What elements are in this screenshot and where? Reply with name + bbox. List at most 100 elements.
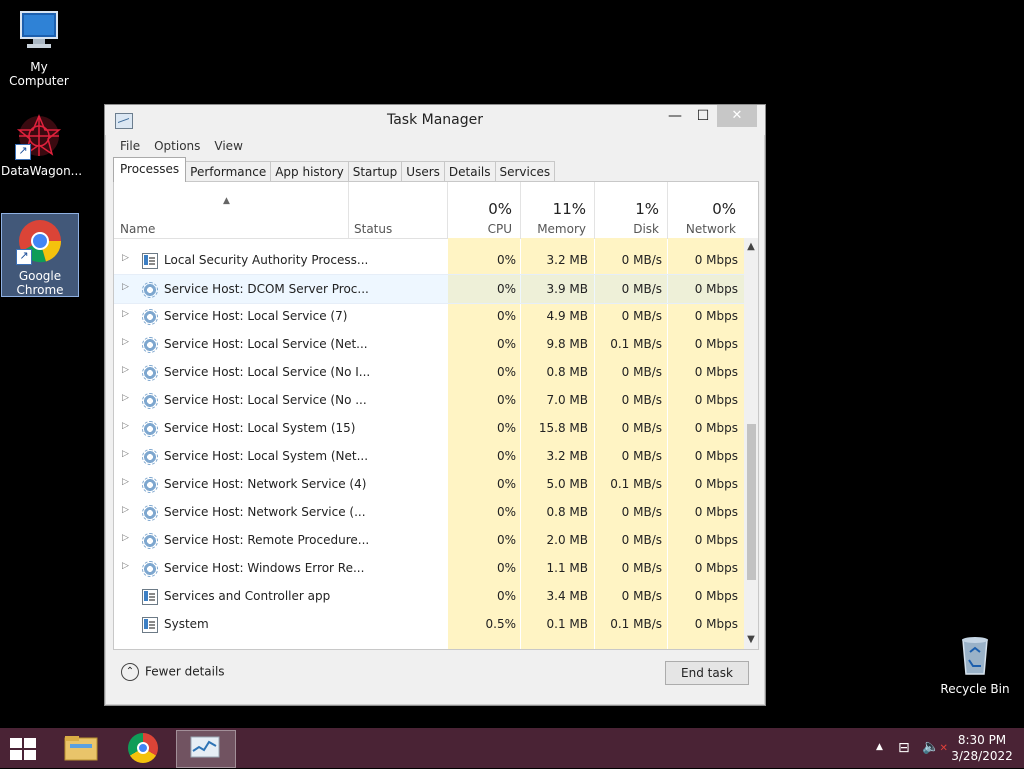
- expand-arrow-icon[interactable]: ▷: [122, 505, 129, 515]
- menu-view[interactable]: View: [207, 137, 249, 155]
- scrollbar-thumb[interactable]: [747, 424, 756, 580]
- disk-value: 0 MB/s: [621, 393, 662, 407]
- menu-options[interactable]: Options: [147, 137, 207, 155]
- table-row[interactable]: ▷ Service Host: DCOM Server Proc... 0% 3.9 …: [114, 274, 744, 304]
- menu-file[interactable]: File: [113, 137, 147, 155]
- taskbar-google-chrome[interactable]: [114, 730, 172, 766]
- table-row[interactable]: ▷ Service Host: Local Service (No I... 0% 0…: [114, 358, 744, 386]
- maximize-button[interactable]: ☐: [689, 105, 717, 127]
- table-row[interactable]: ▷ Service Host: Local Service (No ... 0% 7.…: [114, 386, 744, 414]
- network-icon[interactable]: ⊟: [898, 740, 910, 756]
- expand-arrow-icon[interactable]: ▷: [122, 337, 129, 347]
- cpu-value: 0%: [496, 421, 516, 435]
- start-button[interactable]: [10, 738, 38, 760]
- desktop-icon-google-chrome[interactable]: ↗ Google Chrome: [1, 213, 79, 297]
- clock-time: 8:30 PM: [957, 733, 1007, 747]
- sort-up-icon: ▲: [223, 196, 230, 206]
- tab-processes[interactable]: Processes: [113, 157, 187, 182]
- recycle-bin-icon: [951, 630, 999, 678]
- network-value: 0 Mbps: [694, 505, 738, 519]
- table-row[interactable]: System 0.5% 0.1 MB 0.1 MB/s 0 Mbps: [114, 610, 744, 638]
- disk-value: 0 MB/s: [621, 282, 662, 296]
- desktop-icon-datawagon[interactable]: ↗ DataWagon...: [1, 112, 82, 178]
- scroll-up-icon[interactable]: ▲: [744, 240, 758, 254]
- taskbar-file-explorer[interactable]: [52, 730, 110, 766]
- service-gear-icon: [142, 561, 158, 577]
- table-row[interactable]: ▷ Service Host: Network Service (4) 0% 5.0 …: [114, 470, 744, 498]
- table-row[interactable]: ▷ Service Host: Windows Error Re... 0% 1.1 …: [114, 554, 744, 582]
- maximize-icon: ☐: [696, 108, 710, 124]
- process-name: Service Host: DCOM Server Proc...: [164, 282, 369, 296]
- table-row[interactable]: ▷ Service Host: Local System (Net... 0% 3.2…: [114, 442, 744, 470]
- tab-details[interactable]: Details: [443, 161, 496, 182]
- cpu-value: 0%: [496, 253, 516, 267]
- disk-value: 0 MB/s: [621, 561, 662, 575]
- expand-arrow-icon[interactable]: ▷: [122, 282, 129, 292]
- column-header-memory[interactable]: 11% Memory: [520, 182, 595, 238]
- process-name: Local Security Authority Process...: [164, 253, 369, 267]
- table-row[interactable]: ▷ Service Host: Local Service (7) 0% 4.9 MB…: [114, 302, 744, 330]
- table-row[interactable]: ▷ Service Host: Remote Procedure... 0% 2.0 …: [114, 526, 744, 554]
- menu-bar: File Options View: [113, 137, 250, 155]
- datawagon-icon: ↗: [15, 112, 63, 160]
- column-header-cpu[interactable]: 0% CPU: [447, 182, 521, 238]
- network-value: 0 Mbps: [694, 282, 738, 296]
- column-header-network[interactable]: 0% Network: [667, 182, 744, 238]
- column-header-status[interactable]: Status: [348, 182, 448, 238]
- expand-arrow-icon[interactable]: ▷: [122, 253, 129, 263]
- taskbar-clock[interactable]: 8:30 PM 3/28/2022: [950, 732, 1014, 764]
- volume-muted-icon[interactable]: 🔈✕: [922, 739, 948, 755]
- clock-date: 3/28/2022: [951, 749, 1013, 763]
- memory-value: 1.1 MB: [546, 561, 588, 575]
- memory-value: 3.9 MB: [546, 282, 588, 296]
- memory-value: 5.0 MB: [546, 477, 588, 491]
- computer-icon: [15, 8, 63, 56]
- close-button[interactable]: ✕: [717, 105, 757, 127]
- expand-arrow-icon[interactable]: ▷: [122, 477, 129, 487]
- cpu-value: 0.5%: [485, 617, 517, 631]
- table-row[interactable]: ▷ Service Host: Local System (15) 0% 15.8 M…: [114, 414, 744, 442]
- cpu-value: 0%: [496, 393, 516, 407]
- minimize-button[interactable]: —: [661, 105, 689, 127]
- process-name: Services and Controller app: [164, 589, 331, 603]
- scroll-down-icon[interactable]: ▼: [744, 633, 758, 647]
- tab-performance[interactable]: Performance: [185, 161, 272, 182]
- network-value: 0 Mbps: [694, 309, 738, 323]
- tab-app-history[interactable]: App history: [270, 161, 349, 182]
- tab-startup[interactable]: Startup: [347, 161, 403, 182]
- network-value: 0 Mbps: [694, 253, 738, 267]
- desktop-icon-recycle-bin[interactable]: Recycle Bin: [937, 630, 1013, 696]
- expand-arrow-icon[interactable]: ▷: [122, 561, 129, 571]
- expand-arrow-icon[interactable]: ▷: [122, 393, 129, 403]
- service-gear-icon: [142, 393, 158, 409]
- process-name: Service Host: Windows Error Re...: [164, 561, 365, 575]
- expand-arrow-icon[interactable]: ▷: [122, 533, 129, 543]
- fewer-details-button[interactable]: ⌃ Fewer details: [121, 663, 225, 681]
- expand-arrow-icon[interactable]: ▷: [122, 421, 129, 431]
- table-row[interactable]: ▷ Service Host: Local Service (Net... 0% 9.…: [114, 330, 744, 358]
- network-value: 0 Mbps: [694, 421, 738, 435]
- memory-value: 3.2 MB: [546, 253, 588, 267]
- disk-value: 0 MB/s: [621, 505, 662, 519]
- task-manager-icon: [190, 736, 220, 758]
- process-name: Service Host: Local System (Net...: [164, 449, 369, 463]
- memory-value: 15.8 MB: [538, 421, 588, 435]
- column-header-disk[interactable]: 1% Disk: [594, 182, 668, 238]
- table-row[interactable]: Services and Controller app 0% 3.4 MB 0 MB/…: [114, 582, 744, 610]
- expand-arrow-icon[interactable]: ▷: [122, 365, 129, 375]
- tab-services[interactable]: Services: [494, 161, 556, 182]
- column-header-name[interactable]: ▲ Name: [114, 182, 349, 238]
- vertical-scrollbar[interactable]: ▲ ▼: [744, 238, 758, 649]
- end-task-button[interactable]: End task: [665, 661, 749, 685]
- title-bar[interactable]: Task Manager — ☐ ✕: [105, 105, 765, 135]
- show-hidden-icons-chevron-icon[interactable]: ▲: [876, 742, 883, 752]
- table-row[interactable]: ▷ Local Security Authority Process... 0% 3.…: [114, 246, 744, 274]
- table-row[interactable]: ▷ Service Host: Network Service (... 0% 0.8…: [114, 498, 744, 526]
- expand-arrow-icon[interactable]: ▷: [122, 309, 129, 319]
- desktop-icon-my-computer[interactable]: My Computer: [1, 8, 77, 88]
- expand-arrow-icon[interactable]: ▷: [122, 449, 129, 459]
- tab-users[interactable]: Users: [401, 161, 445, 182]
- cpu-value: 0%: [496, 561, 516, 575]
- task-manager-window: Task Manager — ☐ ✕ File Options View Pro…: [104, 104, 766, 706]
- taskbar-task-manager[interactable]: [176, 730, 236, 768]
